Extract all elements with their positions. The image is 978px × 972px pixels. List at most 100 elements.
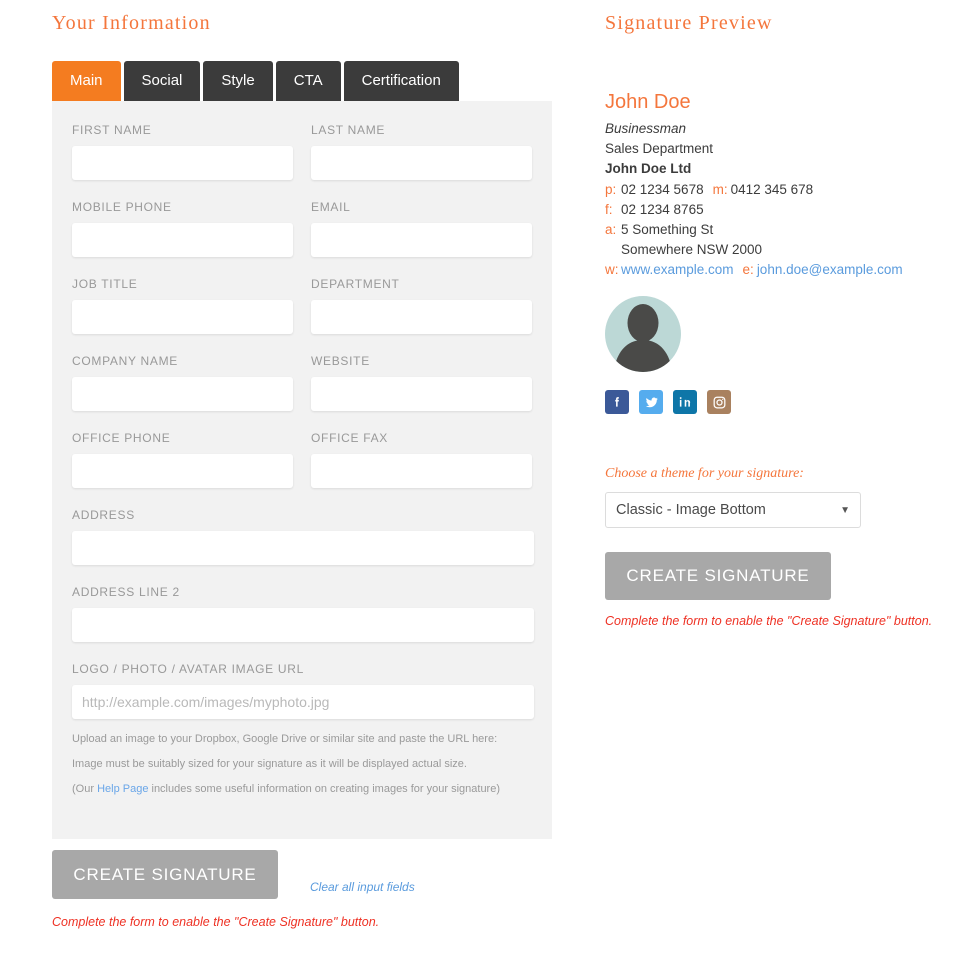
help-line-2: Image must be suitably sized for your si…	[72, 758, 467, 771]
mobile-phone-input[interactable]	[72, 223, 293, 257]
your-information-panel: Your Information Main Social Style CTA C…	[52, 12, 552, 839]
help-line-3: (Our Help Page includes some useful info…	[72, 783, 532, 796]
theme-select[interactable]: Classic - Image Bottom ▼	[605, 492, 861, 528]
signature-email-link[interactable]: john.doe@example.com	[757, 262, 903, 277]
job-title-input[interactable]	[72, 300, 293, 334]
office-phone-label: OFFICE PHONE	[72, 431, 171, 445]
field-image-url: LOGO / PHOTO / AVATAR IMAGE URL	[72, 662, 534, 719]
field-job-title: JOB TITLE	[72, 277, 293, 334]
linkedin-icon[interactable]	[673, 390, 697, 414]
row-office: OFFICE PHONE OFFICE FAX	[72, 431, 532, 508]
page-title: Your Information	[52, 12, 211, 34]
signature-department: Sales Department	[605, 141, 714, 156]
signature-website-link[interactable]: www.example.com	[621, 262, 734, 277]
signature-job-title: Businessman	[605, 121, 687, 136]
signature-contact-block: p: 02 1234 5678 m: 0412 345 678 f: 02 1234 8…	[605, 180, 965, 280]
signature-generator-page: Your Information Main Social Style CTA C…	[0, 0, 978, 972]
fax-prefix-label: f:	[605, 202, 613, 217]
signature-preview-panel: Signature Preview John Doe Businessman S…	[605, 12, 965, 628]
address-line-2-input[interactable]	[72, 608, 534, 642]
tab-main[interactable]: Main	[52, 61, 121, 101]
row-contact: MOBILE PHONE EMAIL	[72, 200, 532, 277]
job-title-label: JOB TITLE	[72, 277, 138, 291]
mobile-prefix-label: m:	[712, 182, 728, 197]
email-prefix-label: e:	[742, 262, 754, 277]
image-url-input[interactable]	[72, 685, 534, 719]
mobile-phone-label: MOBILE PHONE	[72, 200, 172, 214]
chevron-down-icon: ▼	[840, 504, 850, 516]
first-name-input[interactable]	[72, 146, 293, 180]
signature-phone-row: p: 02 1234 5678 m: 0412 345 678	[605, 180, 965, 200]
help-line-3-post: includes some useful information on crea…	[148, 783, 501, 796]
row-role: JOB TITLE DEPARTMENT	[72, 277, 532, 354]
signature-mobile: 0412 345 678	[730, 182, 814, 197]
address-label: ADDRESS	[72, 508, 135, 522]
field-department: DEPARTMENT	[311, 277, 532, 334]
first-name-label: FIRST NAME	[72, 123, 152, 137]
last-name-label: LAST NAME	[311, 123, 386, 137]
department-input[interactable]	[311, 300, 532, 334]
company-name-label: COMPANY NAME	[72, 354, 178, 368]
tab-cta[interactable]: CTA	[275, 61, 341, 101]
tab-certification[interactable]: Certification	[343, 61, 459, 101]
theme-selector-label: Choose a theme for your signature:	[605, 466, 804, 481]
facebook-icon[interactable]	[605, 390, 629, 414]
website-label: WEBSITE	[311, 354, 370, 368]
help-line-3-pre: (Our	[72, 783, 98, 796]
email-label: EMAIL	[311, 200, 351, 214]
create-signature-button-bottom[interactable]: CREATE SIGNATURE	[52, 850, 278, 899]
field-address-line-2: ADDRESS LINE 2	[72, 585, 534, 642]
signature-fax-row: f: 02 1234 8765	[605, 200, 965, 220]
form-actions-row: CREATE SIGNATURE Clear all input fields	[52, 850, 552, 899]
office-fax-input[interactable]	[311, 454, 532, 488]
office-fax-label: OFFICE FAX	[311, 431, 389, 445]
signature-fax: 02 1234 8765	[621, 202, 704, 217]
form-warning-message: Complete the form to enable the "Create …	[52, 915, 380, 929]
form-actions: CREATE SIGNATURE Clear all input fields …	[52, 850, 552, 929]
last-name-input[interactable]	[311, 146, 532, 180]
row-name: FIRST NAME LAST NAME	[72, 123, 532, 200]
clear-all-input-fields-link[interactable]: Clear all input fields	[310, 880, 415, 894]
signature-address-line-1: 5 Something St	[621, 222, 714, 237]
signature-name: John Doe	[605, 91, 691, 113]
field-email: EMAIL	[311, 200, 532, 257]
create-signature-button-preview[interactable]: CREATE SIGNATURE	[605, 552, 831, 600]
theme-select-value: Classic - Image Bottom	[616, 502, 766, 518]
help-page-link[interactable]: Help Page	[97, 783, 148, 795]
avatar	[605, 296, 681, 372]
field-office-phone: OFFICE PHONE	[72, 431, 293, 488]
twitter-icon[interactable]	[639, 390, 663, 414]
image-url-label: LOGO / PHOTO / AVATAR IMAGE URL	[72, 662, 304, 676]
field-address: ADDRESS	[72, 508, 534, 565]
main-tab-form: FIRST NAME LAST NAME MOBILE PHONE EMAIL	[52, 101, 552, 839]
department-label: DEPARTMENT	[311, 277, 400, 291]
field-mobile-phone: MOBILE PHONE	[72, 200, 293, 257]
tab-bar: Main Social Style CTA Certification	[52, 61, 552, 101]
image-url-help: Upload an image to your Dropbox, Google …	[72, 733, 532, 797]
email-input[interactable]	[311, 223, 532, 257]
website-input[interactable]	[311, 377, 532, 411]
field-company-name: COMPANY NAME	[72, 354, 293, 411]
web-prefix-label: w:	[605, 262, 619, 277]
field-first-name: FIRST NAME	[72, 123, 293, 180]
address-prefix-label: a:	[605, 222, 617, 237]
preview-warning-message: Complete the form to enable the "Create …	[605, 614, 933, 628]
field-website: WEBSITE	[311, 354, 532, 411]
address-line-2-label: ADDRESS LINE 2	[72, 585, 180, 599]
field-last-name: LAST NAME	[311, 123, 532, 180]
company-name-input[interactable]	[72, 377, 293, 411]
signature-phone: 02 1234 5678	[621, 182, 704, 197]
office-phone-input[interactable]	[72, 454, 293, 488]
instagram-icon[interactable]	[707, 390, 731, 414]
signature-address-row-2: Somewhere NSW 2000	[605, 240, 965, 260]
address-input[interactable]	[72, 531, 534, 565]
row-company: COMPANY NAME WEBSITE	[72, 354, 532, 431]
social-icon-row	[605, 390, 965, 414]
tab-style[interactable]: Style	[203, 61, 273, 101]
signature-company: John Doe Ltd	[605, 161, 692, 176]
field-office-fax: OFFICE FAX	[311, 431, 532, 488]
signature-address-line-2: Somewhere NSW 2000	[621, 242, 763, 257]
tab-social[interactable]: Social	[123, 61, 201, 101]
phone-prefix-label: p:	[605, 182, 617, 197]
signature-address-row: a: 5 Something St	[605, 220, 965, 240]
